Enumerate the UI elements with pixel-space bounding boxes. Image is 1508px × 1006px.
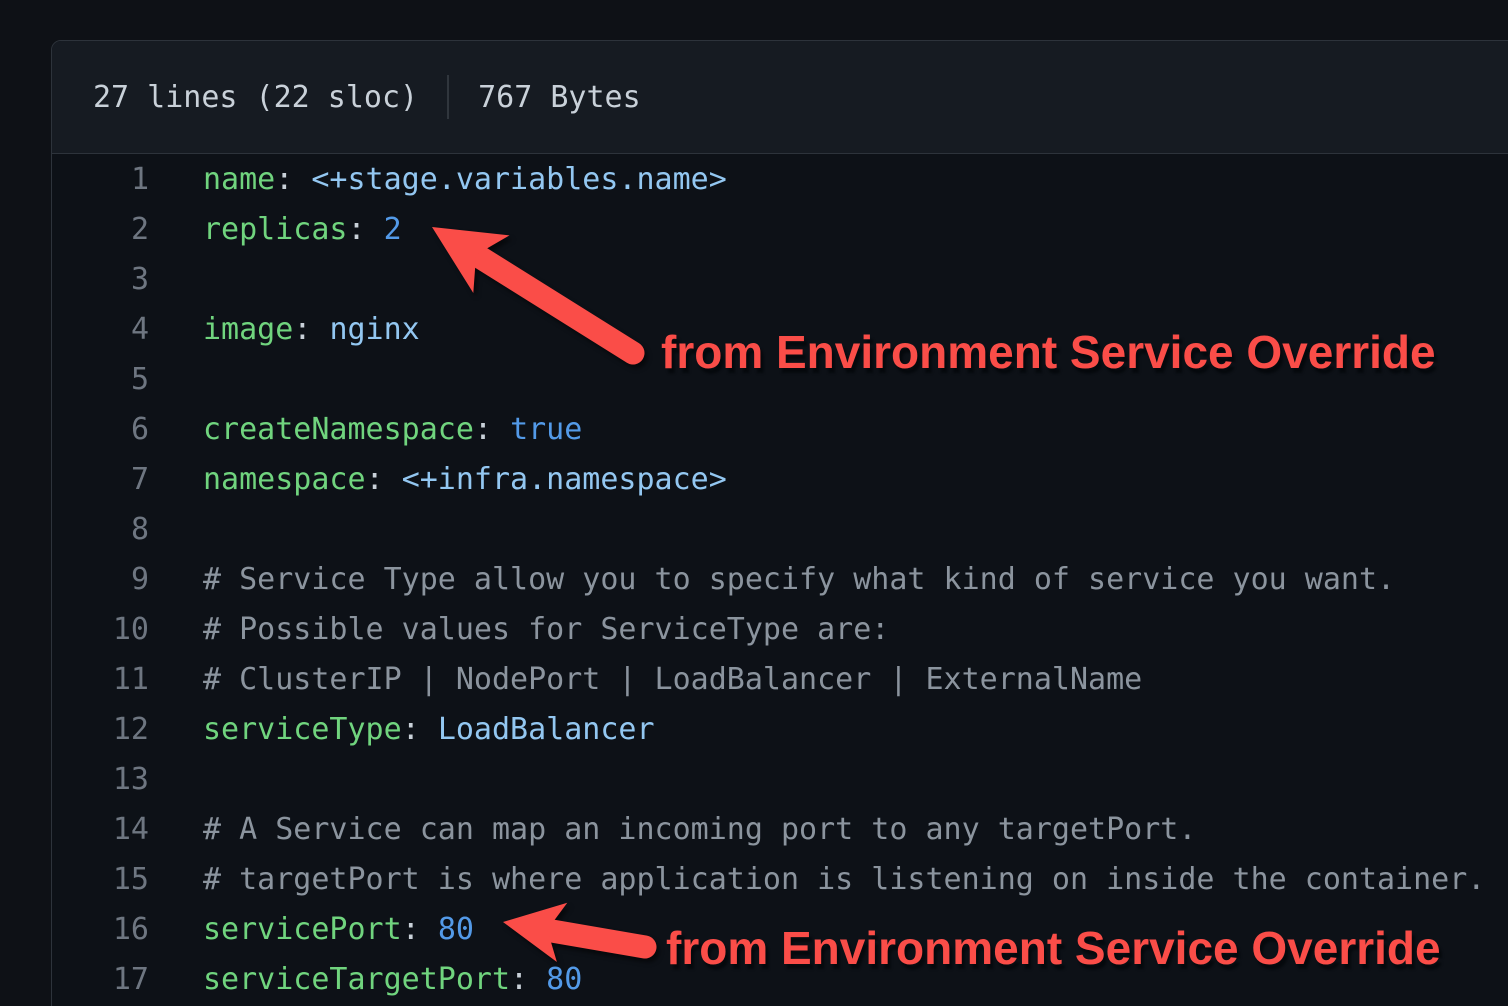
line-number[interactable]: 11: [52, 655, 149, 705]
code-line: 13: [52, 755, 1508, 805]
code-line: 11# ClusterIP | NodePort | LoadBalancer …: [52, 655, 1508, 705]
line-number[interactable]: 5: [52, 355, 149, 405]
line-number[interactable]: 8: [52, 505, 149, 555]
code-text: [149, 355, 203, 405]
file-header: 27 lines (22 sloc) 767 Bytes: [52, 41, 1508, 154]
code-line: 14# A Service can map an incoming port t…: [52, 805, 1508, 855]
code-line: 4image: nginx: [52, 305, 1508, 355]
code-text: serviceType: LoadBalancer: [149, 705, 655, 755]
code-lines: 1name: <+stage.variables.name>2replicas:…: [52, 154, 1508, 1005]
code-line: 8: [52, 505, 1508, 555]
line-number[interactable]: 1: [52, 155, 149, 205]
code-text: serviceTargetPort: 80: [149, 955, 582, 1005]
code-text: servicePort: 80: [149, 905, 474, 955]
line-number[interactable]: 2: [52, 205, 149, 255]
line-number[interactable]: 13: [52, 755, 149, 805]
code-line: 6createNamespace: true: [52, 405, 1508, 455]
code-line: 2replicas: 2: [52, 205, 1508, 255]
code-text: # Service Type allow you to specify what…: [149, 555, 1395, 605]
code-line: 15# targetPort is where application is l…: [52, 855, 1508, 905]
code-line: 16servicePort: 80: [52, 905, 1508, 955]
code-text: # targetPort is where application is lis…: [149, 855, 1485, 905]
code-line: 9# Service Type allow you to specify wha…: [52, 555, 1508, 605]
code-text: name: <+stage.variables.name>: [149, 155, 727, 205]
code-text: # A Service can map an incoming port to …: [149, 805, 1196, 855]
code-text: # Possible values for ServiceType are:: [149, 605, 889, 655]
line-number[interactable]: 14: [52, 805, 149, 855]
code-line: 12serviceType: LoadBalancer: [52, 705, 1508, 755]
page: 27 lines (22 sloc) 767 Bytes 1name: <+st…: [0, 0, 1508, 1006]
code-text: image: nginx: [149, 305, 420, 355]
line-number[interactable]: 10: [52, 605, 149, 655]
line-number[interactable]: 12: [52, 705, 149, 755]
file-viewer-panel: 27 lines (22 sloc) 767 Bytes 1name: <+st…: [51, 40, 1508, 1006]
code-text: [149, 755, 203, 805]
code-text: # ClusterIP | NodePort | LoadBalancer | …: [149, 655, 1142, 705]
code-text: replicas: 2: [149, 205, 402, 255]
line-number[interactable]: 17: [52, 955, 149, 1005]
line-number[interactable]: 9: [52, 555, 149, 605]
code-line: 17serviceTargetPort: 80: [52, 955, 1508, 1005]
line-number[interactable]: 15: [52, 855, 149, 905]
line-number[interactable]: 16: [52, 905, 149, 955]
code-text: createNamespace: true: [149, 405, 582, 455]
line-number[interactable]: 3: [52, 255, 149, 305]
file-size-info: 767 Bytes: [478, 80, 641, 115]
line-number[interactable]: 7: [52, 455, 149, 505]
header-divider: [447, 75, 449, 119]
code-line: 1name: <+stage.variables.name>: [52, 155, 1508, 205]
line-number[interactable]: 4: [52, 305, 149, 355]
code-line: 10# Possible values for ServiceType are:: [52, 605, 1508, 655]
file-lines-info: 27 lines (22 sloc): [93, 80, 418, 115]
code-text: [149, 505, 203, 555]
code-line: 3: [52, 255, 1508, 305]
code-line: 5: [52, 355, 1508, 405]
code-text: [149, 255, 203, 305]
code-text: namespace: <+infra.namespace>: [149, 455, 727, 505]
line-number[interactable]: 6: [52, 405, 149, 455]
code-line: 7namespace: <+infra.namespace>: [52, 455, 1508, 505]
